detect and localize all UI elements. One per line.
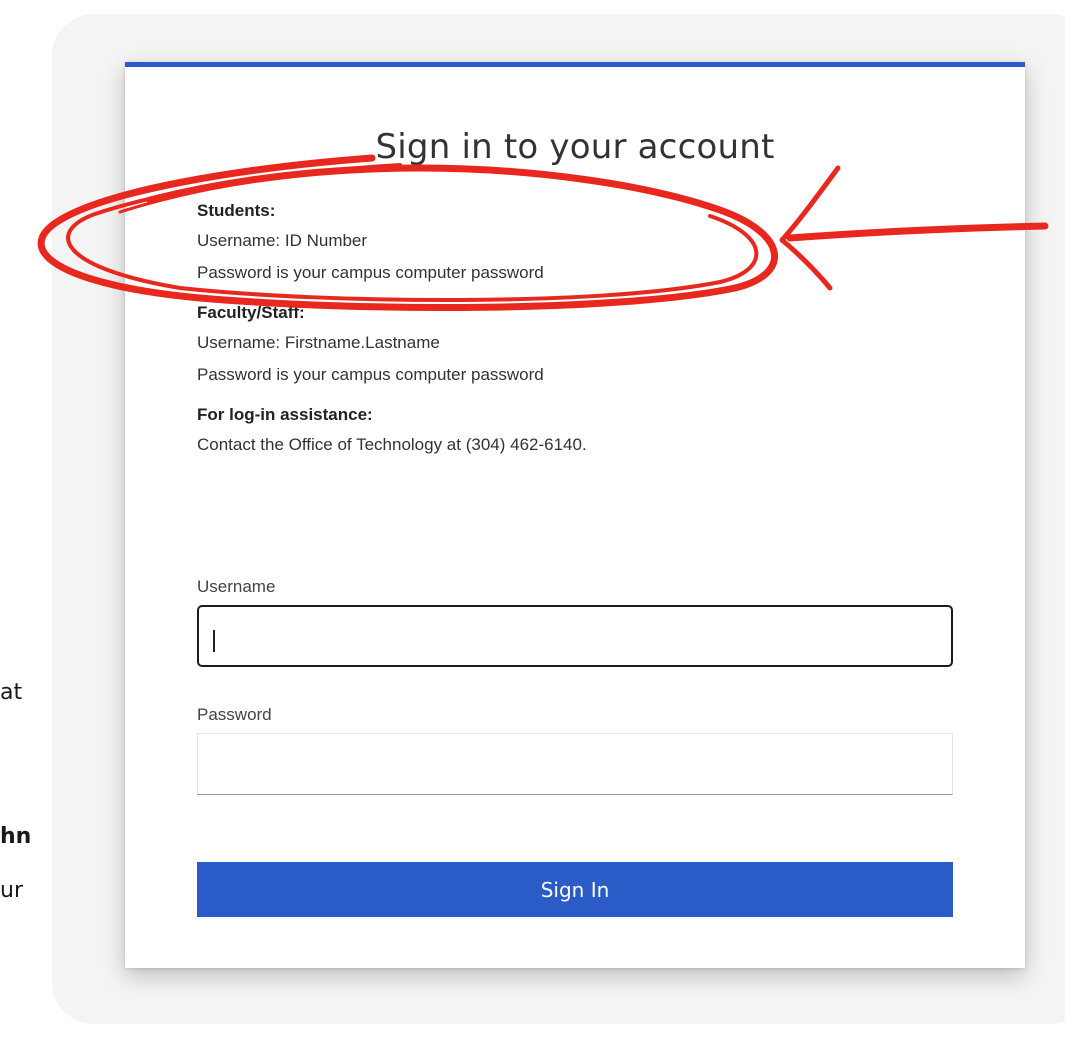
- sign-in-button[interactable]: Sign In: [197, 862, 953, 917]
- faculty-username-hint: Username: Firstname.Lastname: [197, 333, 440, 352]
- students-heading: Students:: [197, 201, 276, 220]
- faculty-instructions: Faculty/Staff: Username: Firstname.Lastn…: [197, 299, 957, 391]
- assistance-instructions: For log-in assistance: Contact the Offic…: [197, 401, 957, 461]
- students-username-hint: Username: ID Number: [197, 231, 368, 250]
- password-label: Password: [197, 705, 272, 724]
- page-title: Sign in to your account: [375, 127, 775, 167]
- password-input[interactable]: [197, 733, 953, 795]
- assistance-contact: Contact the Office of Technology at (304…: [197, 435, 587, 454]
- side-text-fragment: at: [0, 680, 23, 705]
- text-caret: [213, 630, 215, 652]
- username-input[interactable]: [197, 605, 953, 667]
- assistance-heading: For log-in assistance:: [197, 405, 373, 424]
- username-label: Username: [197, 577, 276, 596]
- side-text-fragment: ur: [0, 878, 23, 903]
- faculty-heading: Faculty/Staff:: [197, 303, 305, 322]
- students-password-hint: Password is your campus computer passwor…: [197, 263, 544, 282]
- login-instructions: Students: Username: ID Number Password i…: [197, 197, 957, 471]
- faculty-password-hint: Password is your campus computer passwor…: [197, 365, 544, 384]
- sign-in-card: Sign in to your account Students: Userna…: [125, 62, 1025, 968]
- students-instructions: Students: Username: ID Number Password i…: [197, 197, 957, 289]
- side-text-fragment-bold: hn: [0, 824, 32, 849]
